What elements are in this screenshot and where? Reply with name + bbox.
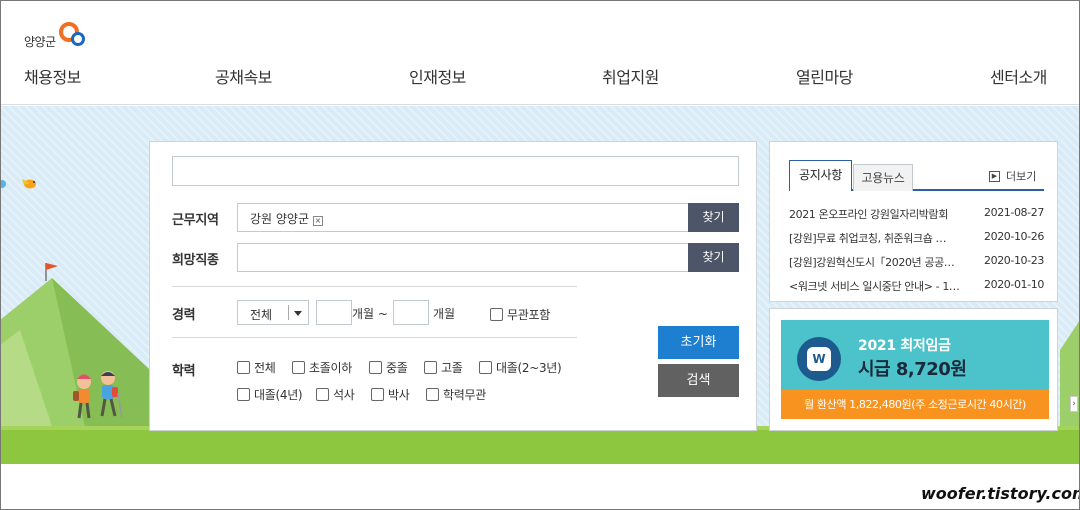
chevron-down-icon xyxy=(294,311,302,316)
reset-button[interactable]: 초기화 xyxy=(658,326,739,359)
edu-option-all[interactable]: 전체 xyxy=(237,359,276,376)
education-label: 학력 xyxy=(172,364,196,379)
edu-option-label: 대졸(4년) xyxy=(254,388,303,402)
wage-hourly: 시급 8,720원 xyxy=(858,359,967,380)
minimum-wage-panel: W 2021 최저임금 시급 8,720원 월 환산액 1,822,480원(주… xyxy=(769,308,1058,431)
checkbox-icon[interactable] xyxy=(237,388,250,401)
career-any-label: 무관포함 xyxy=(507,308,550,322)
edu-option-label: 대졸(2~3년) xyxy=(496,361,562,375)
edu-option-elementary[interactable]: 초졸이하 xyxy=(292,359,352,376)
career-unit-to: 개월 xyxy=(433,307,456,321)
checkbox-icon[interactable] xyxy=(479,361,492,374)
main-nav: 채용정보 공채속보 인재정보 취업지원 열린마당 센터소개 xyxy=(0,64,1080,88)
nav-item-talent[interactable]: 인재정보 xyxy=(409,64,466,88)
checkbox-icon[interactable] xyxy=(371,388,384,401)
checkbox-icon[interactable] xyxy=(369,361,382,374)
notice-title[interactable]: [강원]강원혁신도시「2020년 공공… xyxy=(789,254,973,270)
edu-option-high[interactable]: 고졸 xyxy=(424,359,463,376)
nav-item-open-forum[interactable]: 열린마당 xyxy=(796,64,853,88)
notice-title[interactable]: 2021 온오프라인 강원일자리박람회 xyxy=(789,206,973,222)
region-tag-text: 강원 양양군 xyxy=(250,212,310,226)
checkbox-icon[interactable] xyxy=(237,361,250,374)
career-max-input[interactable] xyxy=(393,300,429,325)
site-header: 양양군 채용정보 공채속보 인재정보 취업지원 열린마당 센터소개 xyxy=(0,0,1080,105)
job-search-panel: 근무지역 강원 양양군 × 찾기 희망직종 찾기 경력 전체 개월 ~ 개월 무관… xyxy=(149,141,757,431)
hikers-illustration xyxy=(73,371,123,419)
notice-date: 2020-10-26 xyxy=(984,230,1044,243)
career-any-checkbox[interactable]: 무관포함 xyxy=(490,306,550,323)
tab-employment-news[interactable]: 고용뉴스 xyxy=(853,164,913,191)
edu-option-college[interactable]: 대졸(2~3년) xyxy=(479,359,562,376)
list-item[interactable]: [강원]무료 취업코칭, 취준워크숍 … 2020-10-26 xyxy=(789,228,1045,252)
checkbox-icon[interactable] xyxy=(490,308,503,321)
edu-option-label: 석사 xyxy=(333,388,355,402)
edu-option-middle[interactable]: 중졸 xyxy=(369,359,408,376)
edu-option-label: 학력무관 xyxy=(443,388,486,402)
divider xyxy=(172,337,577,338)
nav-item-jobs[interactable]: 채용정보 xyxy=(24,64,81,88)
notice-title[interactable]: [강원]무료 취업코칭, 취준워크숍 … xyxy=(789,230,973,246)
career-unit-from: 개월 ~ xyxy=(352,307,388,321)
list-item[interactable]: 2021 온오프라인 강원일자리박람회 2021-08-27 xyxy=(789,204,1045,228)
wage-monthly: 월 환산액 1,822,480원(주 소정근로시간 40시간) xyxy=(781,390,1049,419)
bird-icon xyxy=(0,180,6,188)
edu-option-label: 중졸 xyxy=(386,361,408,375)
checkbox-icon[interactable] xyxy=(426,388,439,401)
wage-title: 2021 최저임금 xyxy=(858,338,951,354)
remove-tag-icon[interactable]: × xyxy=(313,216,324,226)
page-bottom xyxy=(0,464,1080,510)
money-bag-label: W xyxy=(807,347,831,371)
career-select[interactable]: 전체 xyxy=(237,300,309,325)
list-item[interactable]: [강원]강원혁신도시「2020년 공공… 2020-10-23 xyxy=(789,252,1045,276)
career-select-value: 전체 xyxy=(250,308,273,322)
site-logo[interactable]: 양양군 xyxy=(24,22,87,50)
edu-option-university[interactable]: 대졸(4년) xyxy=(237,386,303,403)
notice-title[interactable]: <워크넷 서비스 일시중단 안내> - 1… xyxy=(789,278,973,294)
career-min-input[interactable] xyxy=(316,300,352,325)
notice-panel: 공지사항 고용뉴스 ▶ 더보기 2021 온오프라인 강원일자리박람회 2021-… xyxy=(769,141,1058,302)
list-item[interactable]: <워크넷 서비스 일시중단 안내> - 1… 2020-01-10 xyxy=(789,276,1045,300)
edu-option-label: 박사 xyxy=(388,388,410,402)
region-find-button[interactable]: 찾기 xyxy=(688,203,739,232)
checkbox-icon[interactable] xyxy=(292,361,305,374)
watermark: woofer.tistory.com xyxy=(921,484,1080,503)
nav-item-public-recruit[interactable]: 공채속보 xyxy=(215,64,272,88)
minimum-wage-banner[interactable]: W 2021 최저임금 시급 8,720원 xyxy=(781,320,1049,390)
job-type-label: 희망직종 xyxy=(172,253,219,268)
notice-date: 2021-08-27 xyxy=(984,206,1044,219)
bird-icon xyxy=(22,179,36,189)
tab-notice[interactable]: 공지사항 xyxy=(789,160,852,191)
grass-band xyxy=(0,430,1080,464)
notice-list: 2021 온오프라인 강원일자리박람회 2021-08-27 [강원]무료 취업… xyxy=(789,204,1045,300)
logo-mark-icon xyxy=(57,22,87,50)
edu-option-label: 고졸 xyxy=(441,361,463,375)
edu-option-doctor[interactable]: 박사 xyxy=(371,386,410,403)
nav-item-center-intro[interactable]: 센터소개 xyxy=(990,64,1047,88)
edu-option-master[interactable]: 석사 xyxy=(316,386,355,403)
chevron-right-icon[interactable]: › xyxy=(1070,396,1078,412)
money-bag-icon: W xyxy=(797,337,841,381)
keyword-search-input[interactable] xyxy=(172,156,739,186)
region-label: 근무지역 xyxy=(172,213,219,228)
region-tag: 강원 양양군 × xyxy=(250,210,324,227)
chevron-right-icon: ▶ xyxy=(989,170,1000,182)
divider xyxy=(172,286,577,287)
job-type-find-button[interactable]: 찾기 xyxy=(688,243,739,272)
edu-option-label: 초졸이하 xyxy=(309,361,352,375)
notice-date: 2020-10-23 xyxy=(984,254,1044,267)
more-link[interactable]: ▶ 더보기 xyxy=(989,168,1036,184)
edu-option-any[interactable]: 학력무관 xyxy=(426,386,486,403)
checkbox-icon[interactable] xyxy=(424,361,437,374)
region-field[interactable]: 강원 양양군 × xyxy=(237,203,689,232)
checkbox-icon[interactable] xyxy=(316,388,329,401)
more-label: 더보기 xyxy=(1006,170,1037,183)
edu-option-label: 전체 xyxy=(254,361,276,375)
notice-date: 2020-01-10 xyxy=(984,278,1044,291)
logo-text: 양양군 xyxy=(24,34,56,49)
right-hill-illustration xyxy=(1060,320,1080,440)
job-type-field[interactable] xyxy=(237,243,689,272)
nav-item-employment-support[interactable]: 취업지원 xyxy=(602,64,659,88)
career-label: 경력 xyxy=(172,308,196,323)
search-button[interactable]: 검색 xyxy=(658,364,739,397)
